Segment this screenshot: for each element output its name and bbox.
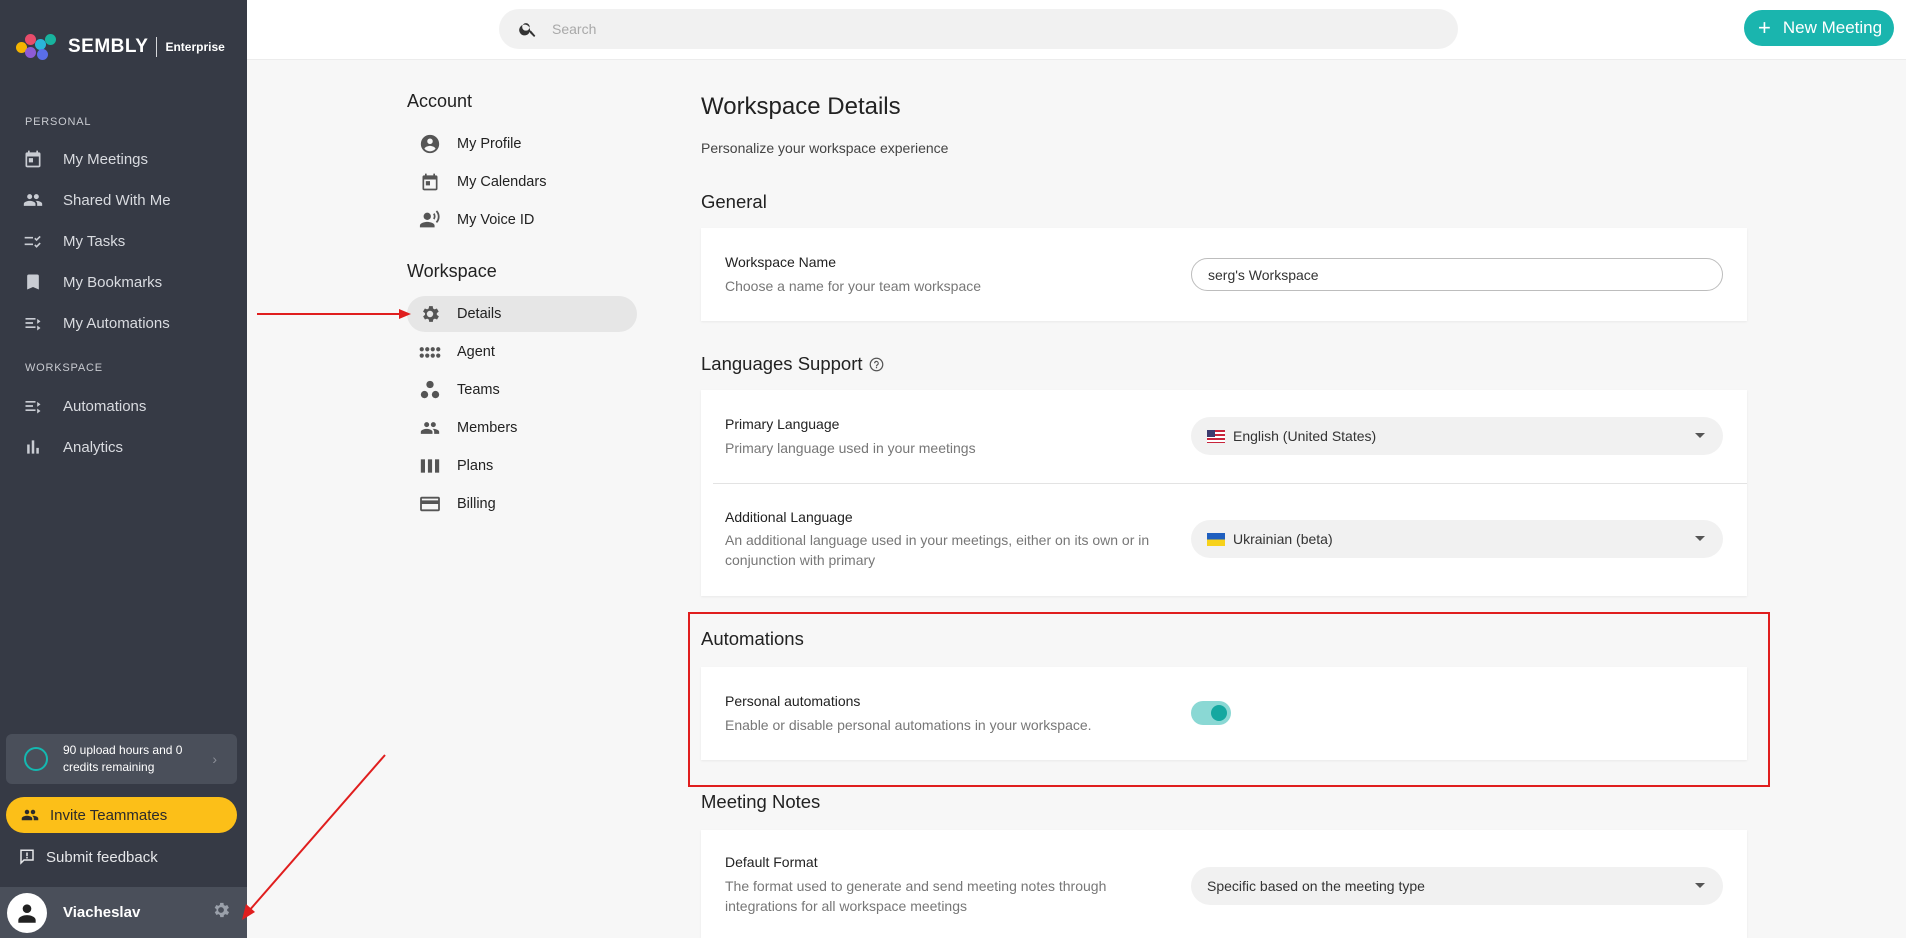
credits-banner[interactable]: 90 upload hours and 0 credits remaining … bbox=[6, 734, 237, 784]
default-format-desc: The format used to generate and send mee… bbox=[725, 878, 1107, 914]
account-circle-icon bbox=[419, 133, 441, 155]
edition-label: Enterprise bbox=[165, 40, 225, 54]
workspace-name-label: Workspace Name bbox=[725, 254, 837, 270]
gear-icon[interactable] bbox=[211, 900, 231, 925]
automation-icon bbox=[22, 312, 44, 334]
bar-chart-icon bbox=[22, 436, 44, 458]
automation-icon bbox=[22, 395, 44, 417]
primary-language-select[interactable]: English (United States) bbox=[1191, 417, 1723, 455]
sidebar-item-label: My Bookmarks bbox=[63, 273, 163, 291]
calendar-icon bbox=[22, 148, 44, 170]
brand-name: SEMBLY bbox=[68, 36, 149, 57]
languages-heading: Languages Support bbox=[701, 353, 884, 375]
logo-mark-icon bbox=[16, 34, 60, 60]
sidebar-item-shared-with-me[interactable]: Shared With Me bbox=[0, 182, 247, 218]
ua-flag-icon bbox=[1207, 532, 1225, 546]
chevron-down-icon bbox=[1695, 433, 1705, 438]
annotation-arrow bbox=[242, 754, 386, 920]
sidebar-item-my-bookmarks[interactable]: My Bookmarks bbox=[0, 264, 247, 300]
personal-section-label: PERSONAL bbox=[25, 116, 92, 128]
sidebar-item-analytics[interactable]: Analytics bbox=[0, 429, 247, 465]
avatar[interactable] bbox=[7, 892, 47, 933]
top-bar: + New Meeting bbox=[247, 0, 1906, 60]
chevron-right-icon: › bbox=[212, 750, 217, 767]
menu-item-my-profile[interactable]: My Profile bbox=[407, 126, 637, 162]
submit-feedback-link[interactable]: Submit feedback bbox=[18, 848, 158, 866]
sidebar-item-label: My Tasks bbox=[63, 232, 126, 250]
plus-icon: + bbox=[1758, 15, 1771, 40]
invite-teammates-button[interactable]: Invite Teammates bbox=[6, 797, 237, 833]
menu-item-plans[interactable]: Plans bbox=[407, 448, 637, 484]
bookmark-icon bbox=[22, 271, 44, 293]
chevron-down-icon bbox=[1695, 536, 1705, 541]
search-input[interactable] bbox=[552, 21, 1352, 37]
workspace-heading: Workspace bbox=[407, 261, 497, 281]
account-heading: Account bbox=[407, 91, 473, 111]
search-bar[interactable] bbox=[499, 9, 1458, 49]
default-format-label: Default Format bbox=[725, 854, 818, 870]
primary-language-desc: Primary language used in your meetings bbox=[725, 440, 976, 456]
sidebar-item-automations[interactable]: Automations bbox=[0, 388, 247, 424]
annotation-arrow bbox=[257, 309, 411, 319]
menu-item-billing[interactable]: Billing bbox=[407, 486, 637, 522]
sidebar-item-label: Automations bbox=[63, 397, 147, 415]
menu-item-teams[interactable]: Teams bbox=[407, 372, 637, 408]
new-meeting-button[interactable]: + New Meeting bbox=[1744, 10, 1894, 46]
sidebar-item-my-automations[interactable]: My Automations bbox=[0, 305, 247, 341]
teams-icon bbox=[419, 379, 441, 401]
feedback-icon bbox=[18, 848, 36, 866]
page-subtitle: Personalize your workspace experience bbox=[701, 140, 949, 156]
us-flag-icon bbox=[1207, 429, 1225, 443]
gear-icon bbox=[419, 303, 441, 325]
people-icon bbox=[22, 189, 44, 211]
credit-card-icon bbox=[419, 493, 441, 515]
person-icon bbox=[18, 903, 36, 923]
workspace-section-label: WORKSPACE bbox=[25, 362, 103, 374]
default-format-select[interactable]: Specific based on the meeting type bbox=[1191, 867, 1723, 905]
plans-icon bbox=[419, 455, 441, 477]
page-title: Workspace Details bbox=[701, 93, 901, 120]
add-people-icon bbox=[20, 806, 40, 824]
additional-language-desc: An additional language used in your meet… bbox=[725, 532, 1150, 568]
primary-language-label: Primary Language bbox=[725, 416, 840, 432]
sidebar-item-label: My Automations bbox=[63, 314, 170, 332]
chevron-down-icon bbox=[1695, 883, 1705, 888]
general-heading: General bbox=[701, 191, 767, 212]
sembly-logo[interactable]: SEMBLY Enterprise bbox=[16, 34, 225, 60]
additional-language-label: Additional Language bbox=[725, 509, 853, 525]
sidebar: SEMBLY Enterprise PERSONAL My Meetings S… bbox=[0, 0, 247, 938]
menu-item-members[interactable]: Members bbox=[407, 410, 637, 446]
sidebar-item-label: Analytics bbox=[63, 438, 124, 456]
calendar-icon bbox=[419, 171, 441, 193]
progress-ring-icon bbox=[24, 747, 48, 771]
help-icon[interactable] bbox=[869, 357, 884, 372]
meeting-notes-card: Default Format The format used to genera… bbox=[701, 830, 1747, 938]
members-icon bbox=[419, 417, 441, 439]
menu-item-my-calendars[interactable]: My Calendars bbox=[407, 164, 637, 200]
user-profile-bar[interactable]: Viacheslav bbox=[0, 887, 247, 938]
sidebar-item-label: Shared With Me bbox=[63, 191, 171, 209]
menu-item-details[interactable]: Details bbox=[407, 296, 637, 332]
sidebar-item-my-tasks[interactable]: My Tasks bbox=[0, 223, 247, 259]
credits-text: 90 upload hours and 0 credits remaining bbox=[63, 743, 183, 774]
menu-item-agent[interactable]: Agent bbox=[407, 334, 637, 370]
meeting-notes-heading: Meeting Notes bbox=[701, 791, 821, 812]
agent-icon bbox=[419, 341, 441, 363]
languages-card: Primary Language Primary language used i… bbox=[701, 390, 1747, 596]
menu-item-my-voice-id[interactable]: My Voice ID bbox=[407, 202, 637, 238]
workspace-name-field[interactable] bbox=[1191, 258, 1723, 291]
additional-language-select[interactable]: Ukrainian (beta) bbox=[1191, 520, 1723, 558]
user-name: Viacheslav bbox=[63, 904, 141, 921]
sidebar-item-label: My Meetings bbox=[63, 150, 149, 168]
general-card: Workspace Name Choose a name for your te… bbox=[701, 228, 1747, 321]
workspace-name-desc: Choose a name for your team workspace bbox=[725, 278, 982, 294]
voice-id-icon bbox=[419, 209, 441, 231]
tasks-icon bbox=[22, 230, 44, 252]
sidebar-item-my-meetings[interactable]: My Meetings bbox=[0, 141, 247, 177]
search-icon bbox=[518, 19, 538, 39]
highlight-box bbox=[688, 612, 1770, 787]
